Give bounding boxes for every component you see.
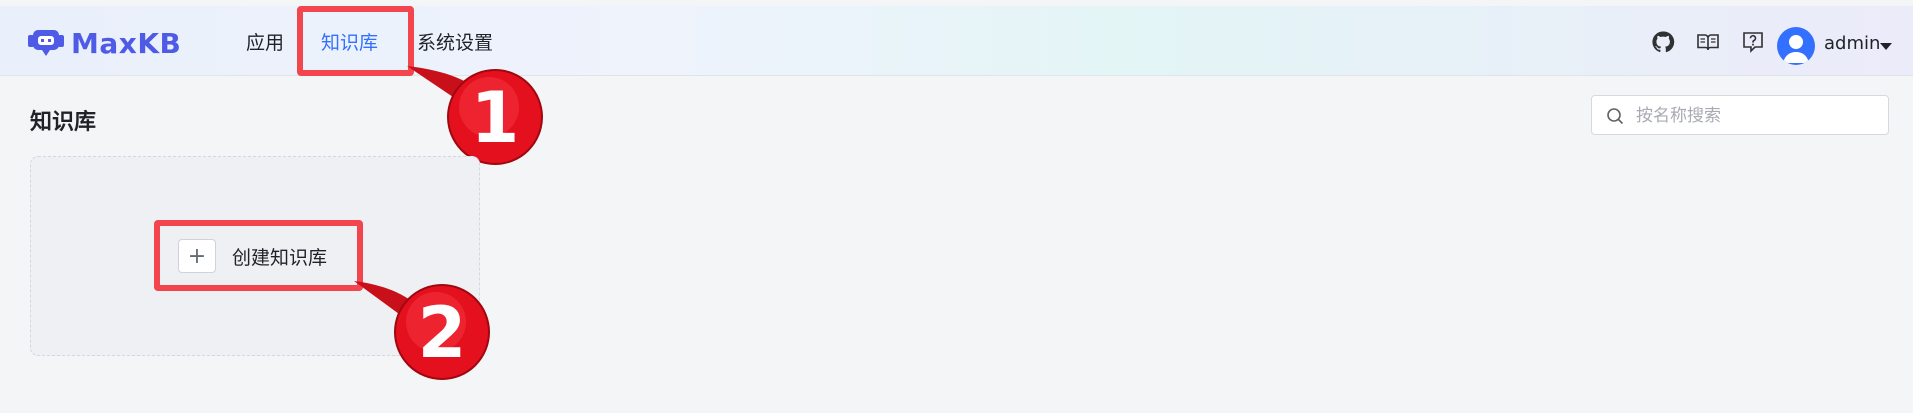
callout-number-1: 1 — [471, 77, 520, 159]
search-icon — [1607, 108, 1624, 125]
nav-item-apps[interactable]: 应用 — [246, 28, 284, 58]
page-title: 知识库 — [30, 110, 97, 135]
book-icon[interactable] — [1696, 30, 1720, 54]
avatar[interactable] — [1777, 27, 1815, 65]
logo-text: MaxKB — [71, 26, 182, 60]
github-icon[interactable] — [1651, 30, 1675, 54]
user-name[interactable]: admin — [1824, 33, 1880, 54]
maxkb-logo-icon — [28, 30, 64, 56]
nav-item-settings[interactable]: 系统设置 — [417, 28, 493, 58]
callout-badge-2: 2 — [354, 281, 490, 380]
search-box[interactable] — [1591, 95, 1889, 136]
highlight-box-2 — [154, 220, 363, 291]
user-avatar-icon — [1783, 35, 1809, 63]
logo[interactable]: MaxKB — [28, 26, 182, 60]
highlight-box-1 — [297, 6, 414, 76]
help-icon[interactable] — [1741, 30, 1765, 54]
top-navbar: MaxKB 应用 知识库 系统设置 admin — [0, 6, 1913, 76]
chevron-down-icon[interactable] — [1880, 43, 1892, 50]
callout-number-2: 2 — [418, 292, 467, 374]
search-input[interactable] — [1634, 96, 1878, 136]
